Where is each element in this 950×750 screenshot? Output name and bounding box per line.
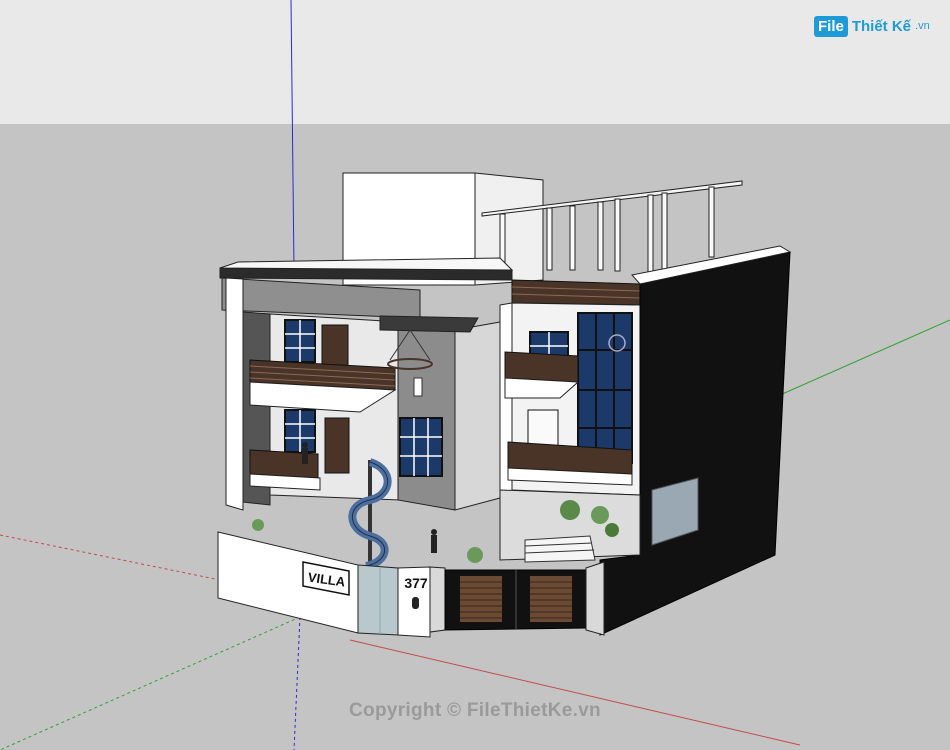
left-window-upper (284, 319, 316, 363)
canopy (379, 315, 479, 333)
logo-suffix: .vn (915, 20, 930, 32)
sky (0, 0, 950, 124)
central-grey-volume-side (454, 321, 501, 511)
person-figure (431, 529, 437, 553)
gate-post-left (429, 566, 446, 633)
gate-wood-panel-left (460, 576, 502, 622)
wall-lamp-icon (412, 597, 419, 609)
site-logo: File Thiết Kế .vn (814, 12, 930, 40)
upper-balcony-right (504, 351, 579, 383)
glass-pedestrian-gate[interactable] (357, 564, 399, 636)
right-door-middle (527, 409, 559, 449)
top-balcony-rail-right (511, 279, 641, 306)
left-edge-column (225, 277, 244, 511)
middle-door-left (324, 417, 350, 474)
logo-badge: File (814, 15, 848, 37)
logo-text: Thiết Kế (851, 17, 912, 35)
gate-post-right (585, 561, 605, 636)
entrance-steps (524, 535, 596, 563)
sketchup-viewport: VILLA 377 File Thiết Kế .vn Copyright © … (0, 0, 950, 750)
upper-door-left (321, 324, 349, 371)
copyright-watermark: Copyright © FileThietKe.vn (349, 700, 601, 721)
central-window (399, 417, 443, 477)
gate-wood-panel-right (530, 576, 572, 622)
model-canvas: VILLA 377 (0, 0, 950, 750)
person-figure-2 (302, 442, 308, 464)
house-number: 377 (404, 575, 428, 591)
left-window-middle (284, 409, 316, 453)
tall-glass-wall (577, 312, 633, 464)
